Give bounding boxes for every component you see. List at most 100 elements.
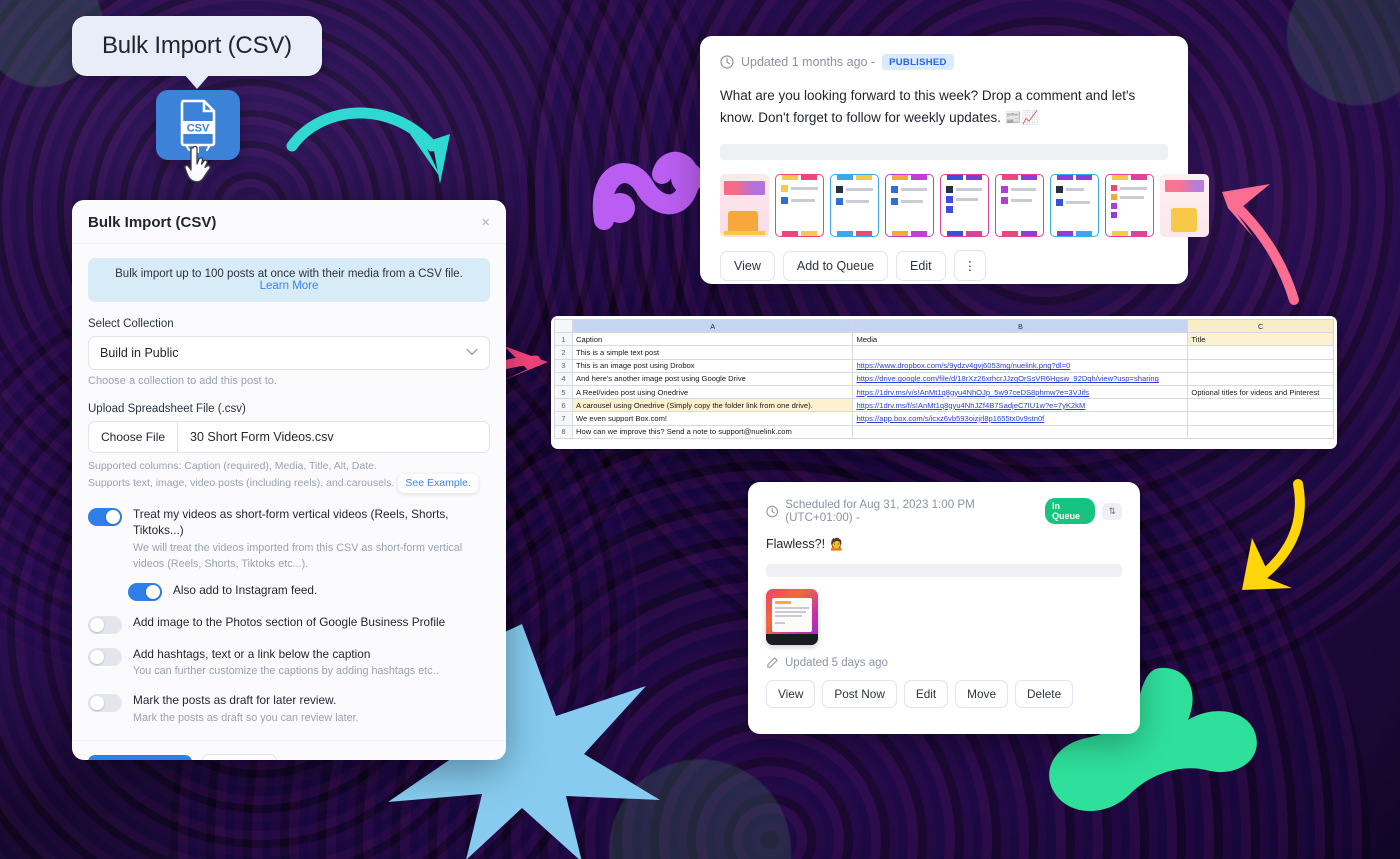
row-number: 3 xyxy=(554,358,573,373)
scheduled-post-thumbnail[interactable] xyxy=(766,589,818,645)
cell-c[interactable]: Title xyxy=(1187,332,1334,347)
table-row[interactable]: 4 And here's another image post using Go… xyxy=(554,371,1334,386)
toggle-switch-mark-as-draft[interactable] xyxy=(88,694,122,713)
cell-b[interactable] xyxy=(852,424,1189,439)
table-row[interactable]: 3 This is an image post using Drobox htt… xyxy=(554,358,1334,373)
file-input-row[interactable]: Choose File 30 Short Form Videos.csv xyxy=(88,421,490,453)
selected-file-name: 30 Short Form Videos.csv xyxy=(190,430,334,444)
cell-link[interactable]: https://1drv.ms/f/s!AnMt1q8gyu4NhJZf4B7S… xyxy=(856,401,1085,410)
scheduled-post-card: Scheduled for Aug 31, 2023 1:00 PM (UTC+… xyxy=(748,482,1140,734)
spreadsheet-table: A B C 1 Caption Media Title 2 This is a … xyxy=(554,318,1334,439)
carousel-thumbnail-strip[interactable] xyxy=(720,174,1209,238)
table-row[interactable]: 1 Caption Media Title xyxy=(554,332,1334,347)
close-icon[interactable]: × xyxy=(481,215,490,230)
cell-a[interactable]: A Reel/video post using Onedrive xyxy=(571,384,854,400)
carousel-thumbnail[interactable] xyxy=(1105,174,1154,238)
cell-c[interactable] xyxy=(1187,398,1334,413)
csv-spreadsheet-preview[interactable]: A B C 1 Caption Media Title 2 This is a … xyxy=(551,316,1337,449)
import-posts-button[interactable]: Import Posts xyxy=(88,754,193,760)
toggle-short-form-videos[interactable]: Treat my videos as short-form vertical v… xyxy=(88,507,490,572)
cell-link[interactable]: https://drive.google.com/file/d/18rXz26x… xyxy=(856,374,1158,383)
cell-b[interactable]: https://drive.google.com/file/d/18rXz26x… xyxy=(852,371,1189,386)
toggle-mark-as-draft[interactable]: Mark the posts as draft for later review… xyxy=(88,693,490,727)
published-skeleton-bar xyxy=(720,144,1168,161)
edit-button[interactable]: Edit xyxy=(903,680,949,708)
row-number: 7 xyxy=(554,411,573,426)
toggle-switch-short-form-videos[interactable] xyxy=(88,508,122,527)
toggle-instagram-feed[interactable]: Also add to Instagram feed. xyxy=(128,582,490,601)
edit-button[interactable]: Edit xyxy=(896,250,946,281)
cell-b[interactable]: https://1drv.ms/v/s!AnMt1q8gyu4NhOJp_5w9… xyxy=(852,384,1189,400)
supported-columns-line: Supported columns: Caption (required), M… xyxy=(88,460,377,472)
cell-b[interactable]: Media xyxy=(852,332,1189,347)
table-row[interactable]: 7 We even support Box.com! https://app.b… xyxy=(554,411,1334,426)
see-example-link[interactable]: See Example. xyxy=(398,474,478,494)
published-post-text: What are you looking forward to this wee… xyxy=(720,88,1136,125)
carousel-thumbnail[interactable] xyxy=(1160,174,1209,238)
table-row[interactable]: 2 This is a simple text post xyxy=(554,345,1334,360)
cell-link[interactable]: https://app.box.com/s/icxz6vb593oizjrl8p… xyxy=(856,414,1044,423)
cell-c[interactable] xyxy=(1187,358,1334,373)
cell-a[interactable]: And here's another image post using Goog… xyxy=(571,371,854,386)
carousel-thumbnail[interactable] xyxy=(830,174,879,238)
sheet-corner xyxy=(554,318,573,334)
bulk-import-modal: Bulk Import (CSV) × Bulk import up to 10… xyxy=(72,200,506,760)
column-header-c[interactable]: C xyxy=(1187,318,1334,334)
carousel-thumbnail[interactable] xyxy=(940,174,989,238)
screenshot-stage: Bulk Import (CSV) CSV Bulk Import (CSV) … xyxy=(0,0,1400,859)
cancel-button[interactable]: Cancel xyxy=(202,753,278,760)
cell-b[interactable]: https://1drv.ms/f/s!AnMt1q8gyu4NhJZf4B7S… xyxy=(852,398,1189,413)
cell-c[interactable]: Optional titles for videos and Pinterest xyxy=(1187,384,1334,400)
cell-b[interactable] xyxy=(852,345,1189,360)
toggle-switch-google-business-photos[interactable] xyxy=(88,615,122,634)
carousel-thumbnail[interactable] xyxy=(775,174,824,238)
more-options-icon[interactable]: ⋮ xyxy=(953,250,987,282)
collection-select[interactable]: Build in Public xyxy=(88,336,490,370)
cell-a[interactable]: We even support Box.com! xyxy=(571,411,854,426)
cell-link[interactable]: https://1drv.ms/v/s!AnMt1q8gyu4NhOJp_5w9… xyxy=(856,388,1089,397)
toggle-add-hashtags[interactable]: Add hashtags, text or a link below the c… xyxy=(88,647,490,681)
cell-a[interactable]: Caption xyxy=(571,332,854,347)
carousel-thumbnail[interactable] xyxy=(1050,174,1099,238)
cell-a[interactable]: This is a simple text post xyxy=(571,345,854,360)
cell-b[interactable]: https://app.box.com/s/icxz6vb593oizjrl8p… xyxy=(852,411,1189,426)
view-button[interactable]: View xyxy=(766,680,816,708)
cell-a[interactable]: A carousel using Onedrive (Simply copy t… xyxy=(571,398,854,413)
cell-a[interactable]: How can we improve this? Send a note to … xyxy=(571,424,854,439)
carousel-thumbnail[interactable] xyxy=(995,174,1044,238)
cell-link[interactable]: https://www.dropbox.com/s/9ydzv4gvj6053m… xyxy=(856,361,1070,370)
cell-c[interactable] xyxy=(1187,411,1334,426)
row-number: 6 xyxy=(554,398,573,413)
cell-c[interactable] xyxy=(1187,371,1334,386)
column-header-a[interactable]: A xyxy=(571,318,854,334)
published-card-actions: View Add to Queue Edit ⋮ xyxy=(720,250,1168,282)
toggle-list: Treat my videos as short-form vertical v… xyxy=(88,507,490,726)
toggle-switch-add-hashtags[interactable] xyxy=(88,647,122,666)
info-banner-text: Bulk import up to 100 posts at once with… xyxy=(115,268,463,280)
toggle-switch-instagram-feed[interactable] xyxy=(128,582,162,601)
learn-more-link[interactable]: Learn More xyxy=(260,280,319,292)
table-row[interactable]: 8 How can we improve this? Send a note t… xyxy=(554,424,1334,439)
published-post-card: Updated 1 months ago - PUBLISHED What ar… xyxy=(700,36,1209,284)
table-row[interactable]: 5 A Reel/video post using Onedrive https… xyxy=(554,384,1334,400)
cell-c[interactable] xyxy=(1187,424,1334,439)
post-now-button[interactable]: Post Now xyxy=(822,680,897,708)
cell-a[interactable]: This is an image post using Drobox xyxy=(571,358,854,373)
choose-file-button[interactable]: Choose File xyxy=(89,422,179,452)
cell-c[interactable] xyxy=(1187,345,1334,360)
move-button[interactable]: Move xyxy=(955,680,1009,708)
table-row[interactable]: 6 A carousel using Onedrive (Simply copy… xyxy=(554,398,1334,413)
collection-value: Build in Public xyxy=(100,346,179,360)
tooltip-label: Bulk Import (CSV) xyxy=(102,32,292,59)
carousel-thumbnail[interactable] xyxy=(885,174,934,238)
recurring-icon[interactable]: ⇅ xyxy=(1102,502,1122,520)
published-meta-text: Updated 1 months ago - xyxy=(741,55,876,69)
view-button[interactable]: View xyxy=(720,250,775,281)
toggle-google-business-photos[interactable]: Add image to the Photos section of Googl… xyxy=(88,615,490,634)
cell-b[interactable]: https://www.dropbox.com/s/9ydzv4gvj6053m… xyxy=(852,358,1189,373)
delete-button[interactable]: Delete xyxy=(1015,680,1074,708)
add-to-queue-button[interactable]: Add to Queue xyxy=(782,250,889,281)
column-header-b[interactable]: B xyxy=(852,318,1189,334)
carousel-thumbnail[interactable] xyxy=(720,174,769,238)
toggle-sub-short-form-videos: We will treat the videos imported from t… xyxy=(133,542,463,570)
